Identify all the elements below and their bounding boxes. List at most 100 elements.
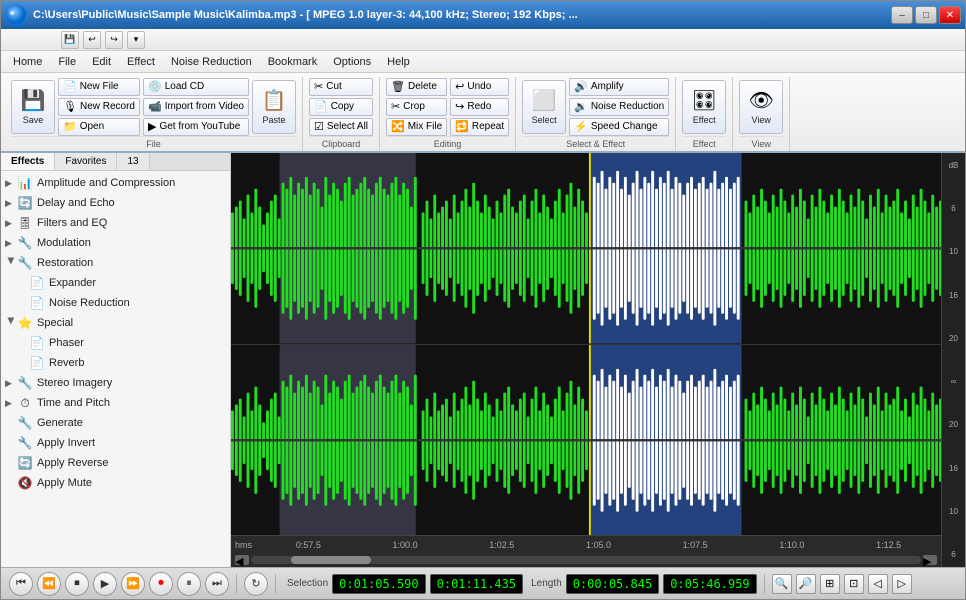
menu-edit[interactable]: Edit: [84, 54, 119, 70]
close-button[interactable]: ✕: [939, 6, 961, 24]
ribbon-newfile-button[interactable]: 📄 New File: [58, 78, 140, 96]
editing-col1: 🗑 Delete ✂ Crop 🔀 Mix File: [386, 78, 447, 136]
tree-stereo[interactable]: ▶ 🔧 Stereo Imagery: [1, 373, 230, 393]
menu-file[interactable]: File: [50, 54, 84, 70]
zoom-next-btn[interactable]: ▷: [892, 574, 912, 594]
youtube-icon: ▶: [148, 120, 156, 133]
transport-record-btn[interactable]: ⏺: [149, 572, 173, 596]
ribbon-paste-button[interactable]: 📋 Paste: [252, 80, 296, 134]
qt-save[interactable]: 💾: [61, 31, 79, 49]
icon-modulation: 🔧: [17, 235, 33, 251]
db-inf: ∞: [951, 377, 957, 386]
maximize-button[interactable]: □: [915, 6, 937, 24]
qt-redo[interactable]: ↪: [105, 31, 123, 49]
ribbon-undo-button[interactable]: ↩ Undo: [450, 78, 509, 96]
ribbon-amplify-button[interactable]: 🔊 Amplify: [569, 78, 669, 96]
tree-modulation[interactable]: ▶ 🔧 Modulation: [1, 233, 230, 253]
tree-generate[interactable]: 🔧 Generate: [1, 413, 230, 433]
ribbon-delete-button[interactable]: 🗑 Delete: [386, 78, 447, 96]
tree-expander[interactable]: 📄 Expander: [1, 273, 230, 293]
scroll-left-btn[interactable]: ◀: [235, 555, 249, 565]
tree-special[interactable]: ▶ ⭐ Special: [1, 313, 230, 333]
ribbon-redo-button[interactable]: ↪ Redo: [450, 98, 509, 116]
ribbon-crop-button[interactable]: ✂ Crop: [386, 98, 447, 116]
transport-rewind-btn[interactable]: ⏪: [37, 572, 61, 596]
waveform-track1[interactable]: [231, 153, 941, 345]
tree-phaser[interactable]: 📄 Phaser: [1, 333, 230, 353]
ribbon-view-group: 👁 View View: [733, 77, 790, 151]
scrollbar-track[interactable]: [251, 556, 921, 564]
transport-play-btn[interactable]: ▶: [93, 572, 117, 596]
ribbon: 💾 Save 📄 New File 🎙 New Record 📁 Open: [1, 73, 965, 153]
qt-undo[interactable]: ↩: [83, 31, 101, 49]
ribbon-copy-button[interactable]: 📄 Copy: [309, 98, 373, 116]
open-label: Open: [80, 121, 104, 132]
ribbon-loadcd-button[interactable]: 💿 Load CD: [143, 78, 249, 96]
tree-timepitch[interactable]: ▶ ⏱ Time and Pitch: [1, 393, 230, 413]
menu-home[interactable]: Home: [5, 54, 50, 70]
label-timepitch: Time and Pitch: [37, 397, 110, 409]
tree-applymute[interactable]: 🔇 Apply Mute: [1, 473, 230, 493]
transport-stop-btn[interactable]: ⏹: [65, 572, 89, 596]
tree-restoration[interactable]: ▶ 🔧 Restoration: [1, 253, 230, 273]
transport-forward-btn[interactable]: ⏩: [121, 572, 145, 596]
menu-bar: Home File Edit Effect Noise Reduction Bo…: [1, 51, 965, 73]
transport-pause-btn[interactable]: ⏸: [177, 572, 201, 596]
menu-bookmark[interactable]: Bookmark: [260, 54, 326, 70]
sidebar-tab-favorites[interactable]: Favorites: [55, 153, 117, 170]
tree-amplitude[interactable]: ▶ 📊 Amplitude and Compression: [1, 173, 230, 193]
ribbon-save-button[interactable]: 💾 Save: [11, 80, 55, 134]
zoom-fit-btn[interactable]: ⊞: [820, 574, 840, 594]
zoom-sel-btn[interactable]: ⊡: [844, 574, 864, 594]
ribbon-cut-button[interactable]: ✂ Cut: [309, 78, 373, 96]
sidebar-tab-effects[interactable]: Effects: [1, 153, 55, 170]
menu-effect[interactable]: Effect: [119, 54, 163, 70]
ribbon-importvideo-button[interactable]: 📹 Import from Video: [143, 98, 249, 116]
menu-noise-reduction[interactable]: Noise Reduction: [163, 54, 260, 70]
zoom-out-btn[interactable]: 🔎: [796, 574, 816, 594]
repeat-label: Repeat: [472, 121, 504, 132]
selectall-label: Select All: [327, 121, 368, 132]
menu-options[interactable]: Options: [325, 54, 379, 70]
zoom-prev-btn[interactable]: ◁: [868, 574, 888, 594]
effect-icon: 🎛: [692, 88, 717, 113]
ribbon-speedchange-button[interactable]: ⚡ Speed Change: [569, 118, 669, 136]
quick-toolbar: 💾 ↩ ↪ ▾: [1, 29, 965, 51]
ribbon-newrecord-button[interactable]: 🎙 New Record: [58, 98, 140, 116]
ribbon-view-button[interactable]: 👁 View: [739, 80, 783, 134]
transport-loop-btn[interactable]: ↻: [244, 572, 268, 596]
transport-sep1: [236, 574, 237, 594]
youtube-label: Get from YouTube: [159, 121, 240, 132]
ribbon-open-button[interactable]: 📁 Open: [58, 118, 140, 136]
sel-start-display: 0:01:05.590: [332, 574, 425, 594]
ribbon-effect-button[interactable]: 🎛 Effect: [682, 80, 726, 134]
ribbon-mixfile-button[interactable]: 🔀 Mix File: [386, 118, 447, 136]
ribbon-select-button[interactable]: ⬜ Select: [522, 80, 566, 134]
tree-applyreverse[interactable]: 🔄 Apply Reverse: [1, 453, 230, 473]
tree-reverb[interactable]: 📄 Reverb: [1, 353, 230, 373]
tree-noisered[interactable]: 📄 Noise Reduction: [1, 293, 230, 313]
loadcd-label: Load CD: [165, 81, 204, 92]
selectall-icon: ☑: [314, 120, 324, 133]
tree-filters[interactable]: ▶ 🎚 Filters and EQ: [1, 213, 230, 233]
scrollbar-thumb[interactable]: [291, 556, 371, 564]
waveform-track2[interactable]: [231, 345, 941, 536]
scroll-right-btn[interactable]: ▶: [923, 555, 937, 565]
zoom-in-btn[interactable]: 🔍: [772, 574, 792, 594]
view-icon: 👁: [749, 88, 774, 113]
label-noisered: Noise Reduction: [49, 297, 130, 309]
newrecord-icon: 🎙: [63, 100, 77, 113]
qt-dropdown[interactable]: ▾: [127, 31, 145, 49]
tree-applyinvert[interactable]: 🔧 Apply Invert: [1, 433, 230, 453]
ribbon-noisered-button[interactable]: 🔉 Noise Reduction: [569, 98, 669, 116]
minimize-button[interactable]: –: [891, 6, 913, 24]
ribbon-youtube-button[interactable]: ▶ Get from YouTube: [143, 118, 249, 136]
label-filters: Filters and EQ: [37, 217, 107, 229]
ribbon-select-effect-group: ⬜ Select 🔊 Amplify 🔉 Noise Reduction ⚡ S…: [516, 77, 676, 151]
ribbon-selectall-button[interactable]: ☑ Select All: [309, 118, 373, 136]
ribbon-repeat-button[interactable]: 🔁 Repeat: [450, 118, 509, 136]
transport-skipfwd-btn[interactable]: ⏭: [205, 572, 229, 596]
menu-help[interactable]: Help: [379, 54, 418, 70]
tree-delay[interactable]: ▶ 🔄 Delay and Echo: [1, 193, 230, 213]
transport-skipback-btn[interactable]: ⏮: [9, 572, 33, 596]
